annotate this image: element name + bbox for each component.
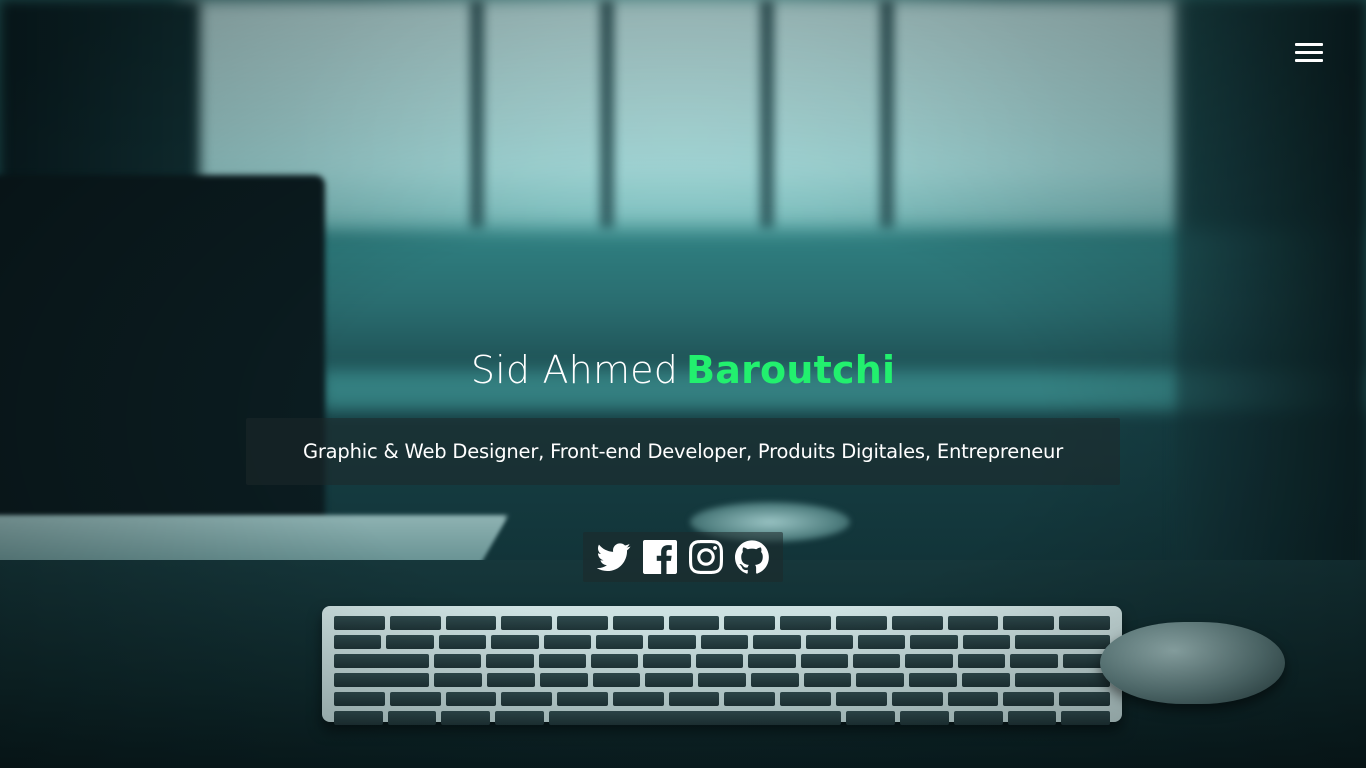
page-title: Sid Ahmed Baroutchi	[0, 348, 1366, 392]
social-links	[583, 532, 783, 582]
hamburger-menu-icon[interactable]	[1291, 40, 1327, 68]
facebook-icon	[643, 540, 677, 574]
title-first-name: Sid Ahmed	[470, 348, 679, 392]
instagram-link[interactable]	[689, 540, 723, 574]
instagram-icon	[689, 540, 723, 574]
tagline: Graphic & Web Designer, Front-end Develo…	[246, 418, 1120, 485]
twitter-icon	[597, 543, 631, 572]
facebook-link[interactable]	[643, 540, 677, 574]
github-icon	[735, 540, 769, 574]
twitter-link[interactable]	[597, 540, 631, 574]
github-link[interactable]	[735, 540, 769, 574]
hero-section: Sid Ahmed Baroutchi Graphic & Web Designe…	[0, 0, 1366, 768]
title-last-name: Baroutchi	[686, 348, 896, 392]
